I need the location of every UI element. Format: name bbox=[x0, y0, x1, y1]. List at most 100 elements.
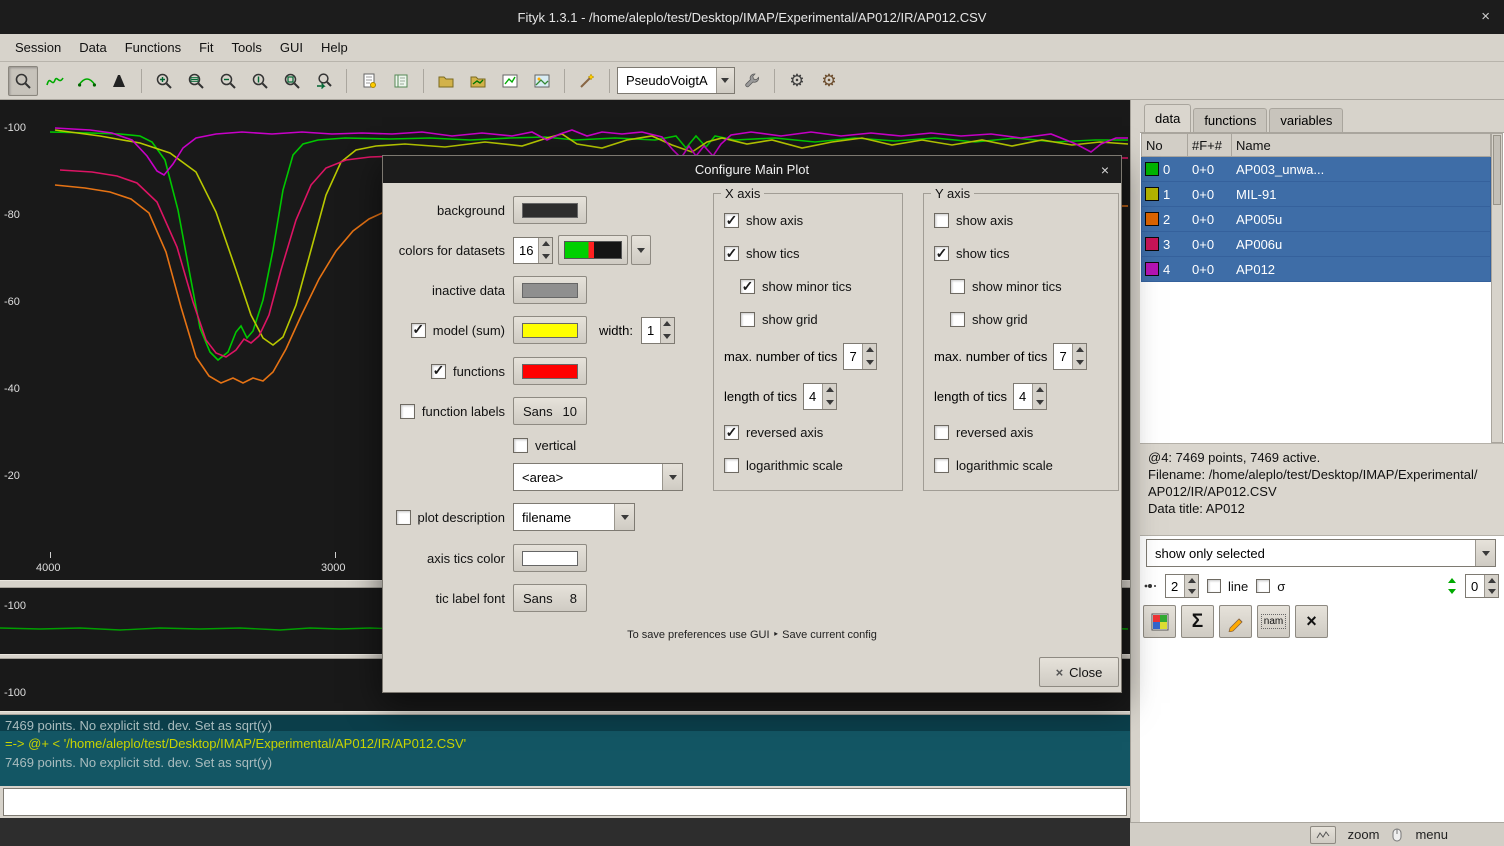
spinner-up-button[interactable] bbox=[661, 318, 674, 331]
dialog-close-icon[interactable]: × bbox=[1101, 162, 1109, 178]
y-show-tics-checkbox[interactable]: show tics bbox=[934, 246, 1009, 261]
combo-arrow-button[interactable] bbox=[1475, 540, 1495, 566]
add-peak-mode-button[interactable] bbox=[104, 66, 134, 96]
open-session-button[interactable] bbox=[431, 66, 461, 96]
y-logarithmic-checkbox[interactable]: logarithmic scale bbox=[934, 458, 1053, 473]
y-reversed-axis-checkbox[interactable]: reversed axis bbox=[934, 425, 1033, 440]
spinner-down-button[interactable] bbox=[1185, 586, 1198, 597]
sidebar-splitter[interactable] bbox=[1130, 100, 1140, 846]
rename-button[interactable]: nam bbox=[1257, 605, 1290, 638]
window-titlebar[interactable]: Fityk 1.3.1 - /home/aleplo/test/Desktop/… bbox=[0, 0, 1504, 34]
menu-tools[interactable]: Tools bbox=[223, 36, 271, 59]
zoom-previous-button[interactable] bbox=[309, 66, 339, 96]
y-show-axis-checkbox[interactable]: show axis bbox=[934, 213, 1013, 228]
spinner-up-button[interactable] bbox=[1033, 384, 1046, 397]
functions-checkbox[interactable]: functions bbox=[431, 364, 505, 379]
y-show-minor-tics-checkbox[interactable]: show minor tics bbox=[950, 279, 1062, 294]
dataset-row[interactable]: 4 0+0 AP012 bbox=[1141, 257, 1491, 282]
menu-label[interactable]: menu bbox=[1415, 827, 1448, 842]
inactive-data-color-button[interactable] bbox=[513, 276, 587, 304]
session-log-button[interactable] bbox=[386, 66, 416, 96]
x-show-grid-checkbox[interactable]: show grid bbox=[740, 312, 818, 327]
plot-config-button[interactable] bbox=[1310, 826, 1336, 844]
zoom-in-button[interactable] bbox=[149, 66, 179, 96]
scrollbar-thumb[interactable] bbox=[1493, 135, 1501, 205]
menu-data[interactable]: Data bbox=[70, 36, 115, 59]
model-sum-checkbox[interactable]: model (sum) bbox=[411, 323, 505, 338]
spinner-down-button[interactable] bbox=[1033, 396, 1046, 409]
axis-tics-color-button[interactable] bbox=[513, 544, 587, 572]
sum-button[interactable]: Σ bbox=[1181, 605, 1214, 638]
x-reversed-axis-checkbox[interactable]: reversed axis bbox=[724, 425, 823, 440]
plot-description-checkbox[interactable]: plot description bbox=[396, 510, 505, 525]
tab-functions[interactable]: functions bbox=[1193, 108, 1267, 132]
peak-type-select[interactable]: PseudoVoigtA bbox=[617, 67, 735, 94]
spinner-down-button[interactable] bbox=[539, 250, 552, 263]
menu-help[interactable]: Help bbox=[312, 36, 357, 59]
zoom-all-button[interactable] bbox=[277, 66, 307, 96]
dataset-list-scrollbar[interactable] bbox=[1491, 133, 1503, 443]
export-image-button[interactable] bbox=[527, 66, 557, 96]
function-label-font-button[interactable]: Sans10 bbox=[513, 397, 587, 425]
spinner-up-button[interactable] bbox=[539, 238, 552, 251]
combo-arrow-button[interactable] bbox=[614, 504, 634, 530]
zoom-label[interactable]: zoom bbox=[1348, 827, 1380, 842]
y-show-grid-checkbox[interactable]: show grid bbox=[950, 312, 1028, 327]
combo-arrow-button[interactable] bbox=[716, 68, 734, 93]
define-function-button[interactable] bbox=[737, 66, 767, 96]
description-select[interactable]: filename bbox=[513, 503, 635, 531]
zoom-x-button[interactable] bbox=[181, 66, 211, 96]
y-max-tics-spinner[interactable]: 7 bbox=[1053, 343, 1087, 370]
dialog-close-button[interactable]: × Close bbox=[1039, 657, 1119, 687]
x-max-tics-spinner[interactable]: 7 bbox=[843, 343, 877, 370]
palette-dropdown-button[interactable] bbox=[631, 235, 651, 265]
dataset-row[interactable]: 0 0+0 AP003_unwa... bbox=[1141, 157, 1491, 182]
tab-variables[interactable]: variables bbox=[1269, 108, 1343, 132]
shift-spinner[interactable]: 0 bbox=[1465, 574, 1499, 598]
function-labels-checkbox[interactable]: function labels bbox=[400, 404, 505, 419]
line-checkbox[interactable]: line bbox=[1207, 579, 1248, 594]
background-color-button[interactable] bbox=[513, 196, 587, 224]
execute-gears-button[interactable]: ⚙ bbox=[782, 66, 812, 96]
spinner-up-button[interactable] bbox=[823, 384, 836, 397]
zoom-mode-button[interactable] bbox=[8, 66, 38, 96]
x-show-tics-checkbox[interactable]: show tics bbox=[724, 246, 799, 261]
tab-data[interactable]: data bbox=[1144, 104, 1191, 132]
menu-gui[interactable]: GUI bbox=[271, 36, 312, 59]
data-edit-button[interactable] bbox=[1219, 605, 1252, 638]
colors-count-spinner[interactable]: 16 bbox=[513, 237, 553, 264]
zoom-out-button[interactable] bbox=[213, 66, 243, 96]
spinner-down-button[interactable] bbox=[661, 330, 674, 343]
dialog-titlebar[interactable]: Configure Main Plot × bbox=[383, 156, 1121, 183]
menu-functions[interactable]: Functions bbox=[116, 36, 190, 59]
save-session-button[interactable] bbox=[495, 66, 525, 96]
baseline-mode-button[interactable] bbox=[72, 66, 102, 96]
dataset-filter-select[interactable]: show only selected bbox=[1146, 539, 1496, 567]
palette-preview-button[interactable] bbox=[558, 235, 628, 265]
open-data-button[interactable] bbox=[463, 66, 493, 96]
spinner-up-button[interactable] bbox=[1485, 575, 1498, 586]
spinner-down-button[interactable] bbox=[1485, 586, 1498, 597]
vertical-checkbox[interactable]: vertical bbox=[513, 438, 576, 453]
menu-session[interactable]: Session bbox=[6, 36, 70, 59]
window-close-button[interactable]: × bbox=[1481, 8, 1490, 25]
session-script-button[interactable] bbox=[354, 66, 384, 96]
dataset-row[interactable]: 1 0+0 MIL-91 bbox=[1141, 182, 1491, 207]
data-range-mode-button[interactable] bbox=[40, 66, 70, 96]
tic-label-font-button[interactable]: Sans8 bbox=[513, 584, 587, 612]
settings-gears-button[interactable]: ⚙ bbox=[814, 66, 844, 96]
data-transform-button[interactable] bbox=[572, 66, 602, 96]
spinner-up-button[interactable] bbox=[1073, 344, 1086, 357]
spinner-up-button[interactable] bbox=[1185, 575, 1198, 586]
dataset-row[interactable]: 3 0+0 AP006u bbox=[1141, 232, 1491, 257]
menu-fit[interactable]: Fit bbox=[190, 36, 222, 59]
functions-color-button[interactable] bbox=[513, 357, 587, 385]
data-table-button[interactable] bbox=[1143, 605, 1176, 638]
sigma-checkbox[interactable]: σ bbox=[1256, 579, 1285, 594]
spinner-down-button[interactable] bbox=[823, 396, 836, 409]
spinner-down-button[interactable] bbox=[863, 356, 876, 369]
model-width-spinner[interactable]: 1 bbox=[641, 317, 675, 344]
x-tic-length-spinner[interactable]: 4 bbox=[803, 383, 837, 410]
dataset-row[interactable]: 2 0+0 AP005u bbox=[1141, 207, 1491, 232]
x-show-minor-tics-checkbox[interactable]: show minor tics bbox=[740, 279, 852, 294]
